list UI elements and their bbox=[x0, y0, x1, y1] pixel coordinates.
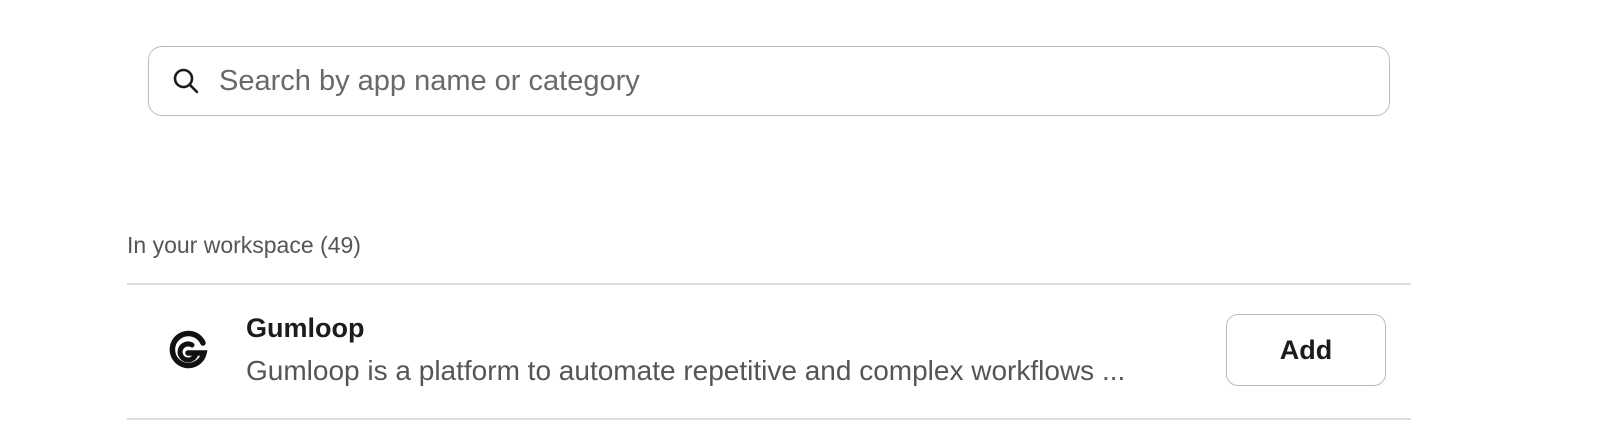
section-header: In your workspace (49) bbox=[127, 232, 361, 258]
app-directory-page: In your workspace (49) Gumloop Gumloop i… bbox=[0, 0, 1602, 432]
search-input[interactable] bbox=[217, 50, 1389, 112]
list-item[interactable]: Gumloop Gumloop is a platform to automat… bbox=[127, 285, 1411, 417]
search-box[interactable] bbox=[148, 46, 1390, 116]
search-icon bbox=[171, 66, 201, 96]
app-name: Gumloop bbox=[246, 313, 365, 343]
app-description: Gumloop is a platform to automate repeti… bbox=[246, 355, 1126, 386]
divider-bottom bbox=[127, 418, 1411, 420]
add-app-button[interactable]: Add bbox=[1226, 314, 1386, 386]
gumloop-logo-icon bbox=[167, 330, 209, 372]
